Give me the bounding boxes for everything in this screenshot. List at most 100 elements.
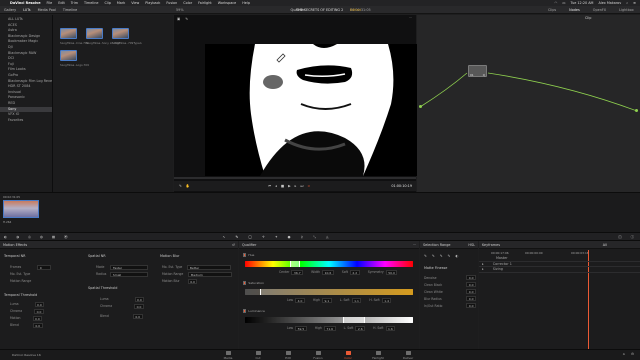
menu-fairlight[interactable]: Fairlight — [198, 1, 212, 5]
denoise-field[interactable]: 0.0 — [466, 275, 476, 280]
tab-gallery[interactable]: Gallery — [4, 8, 16, 12]
skip-start-button[interactable]: ⏮ — [268, 184, 271, 188]
hue-checkbox[interactable] — [243, 253, 247, 257]
home-icon[interactable]: ⌂ — [623, 352, 625, 356]
tab-nodes[interactable]: Nodes — [569, 8, 580, 12]
keyframes-filter[interactable]: All — [603, 243, 607, 247]
menu-playback[interactable]: Playback — [145, 1, 160, 5]
mb-range-select[interactable]: Medium — [188, 272, 233, 277]
hue-width[interactable]: 10.6 — [322, 270, 334, 275]
motion-field[interactable]: 0.0 — [32, 316, 43, 321]
app-menu[interactable]: DaVinci Resolve — [10, 1, 41, 5]
chevron-right-icon[interactable]: ▸ — [482, 262, 484, 266]
zoom-level[interactable]: 59% — [176, 8, 184, 12]
menu-trim[interactable]: Trim — [71, 1, 78, 5]
page-tab-cut[interactable]: Cut — [244, 351, 272, 360]
chroma-field[interactable]: 0.0 — [34, 309, 44, 314]
pick-sub-icon[interactable]: ✎ — [440, 254, 443, 258]
rgb-mixer-icon[interactable]: ▦ — [52, 235, 55, 239]
frames-field[interactable]: 0 — [37, 265, 52, 270]
sat-low[interactable]: 4.0 — [295, 298, 305, 303]
tab-lightbox[interactable]: Lightbox — [619, 8, 634, 12]
page-tab-deliver[interactable]: Deliver — [394, 351, 422, 360]
node-input-icon[interactable] — [419, 105, 422, 108]
step-forward-button[interactable]: ▸ — [295, 184, 297, 188]
stop-button[interactable]: ■ — [281, 184, 284, 188]
menu-clip[interactable]: Clip — [104, 1, 110, 5]
battery-icon[interactable]: ▭ — [562, 1, 565, 5]
mb-type-select[interactable]: Better — [187, 265, 232, 270]
clock[interactable]: Tue 12:20 AM — [571, 1, 594, 5]
lum-hsoft[interactable]: 1.6 — [385, 326, 396, 331]
play-button[interactable]: ▶ — [288, 184, 291, 188]
luminance-bar[interactable] — [245, 317, 413, 323]
motion-effects-icon[interactable]: ⦿ — [64, 234, 67, 239]
in-out-ratio-field[interactable]: 0.0 — [466, 303, 476, 308]
spatial-luma-field[interactable]: 0.0 — [134, 297, 145, 302]
menu-color[interactable]: Color — [183, 1, 192, 5]
hue-sym[interactable]: 50.0 — [385, 270, 398, 275]
step-back-button[interactable]: ◂ — [275, 184, 277, 188]
scopes-icon[interactable]: ◫ — [618, 235, 621, 239]
node-output-icon[interactable] — [635, 109, 638, 112]
sat-range-handle[interactable] — [245, 289, 261, 295]
curves-icon[interactable]: ∿ — [222, 235, 225, 239]
hue-range-handle[interactable] — [290, 261, 300, 267]
hue-soft[interactable]: 2.2 — [349, 270, 360, 275]
qualifier-menu-icon[interactable]: ⋯ — [413, 243, 416, 247]
sat-lsoft[interactable]: 1.1 — [351, 298, 362, 303]
feather-icon[interactable]: ✎ — [448, 254, 451, 258]
tracker-icon[interactable]: ✛ — [262, 235, 265, 239]
sat-checkbox[interactable] — [243, 281, 247, 285]
clean-white-field[interactable]: 0.0 — [466, 289, 476, 294]
node-01[interactable]: 01 Q — [468, 65, 487, 77]
tab-clips[interactable]: Clips — [548, 8, 556, 12]
sat-hsoft[interactable]: 1.4 — [381, 298, 392, 303]
viewer-image[interactable] — [205, 44, 418, 176]
search-icon[interactable]: ⌕ — [626, 1, 628, 5]
hdr-icon[interactable]: ◍ — [40, 235, 43, 239]
spatial-chroma-field[interactable]: 0.0 — [134, 304, 144, 309]
lut-thumb[interactable]: SLog3SGa..Cine.709 — [60, 28, 88, 45]
settings-gear-icon[interactable]: ⚙ — [631, 352, 634, 356]
menu-workspace[interactable]: Workspace — [218, 1, 237, 5]
window-icon[interactable]: ◯ — [248, 235, 252, 239]
control-center-icon[interactable]: ≡ — [633, 1, 636, 5]
lum-lsoft[interactable]: 2.6 — [355, 326, 366, 331]
lum-range-handle[interactable] — [343, 317, 365, 323]
mb-blur-field[interactable]: 0.0 — [187, 279, 198, 284]
qualifier-icon[interactable]: ✎ — [235, 235, 238, 239]
loop-button[interactable]: ∞ — [307, 184, 310, 188]
invert-icon[interactable]: ◐ — [455, 254, 458, 258]
hue-center[interactable]: 36.7 — [291, 270, 304, 275]
page-tab-edit[interactable]: Edit — [274, 351, 302, 360]
menu-edit[interactable]: Edit — [58, 1, 65, 5]
page-tab-color[interactable]: Color — [334, 351, 362, 360]
picker-icon[interactable]: ▣ — [177, 17, 180, 21]
menu-timeline[interactable]: Timeline — [84, 1, 98, 5]
page-tab-fusion[interactable]: Fusion — [304, 351, 332, 360]
menu-mark[interactable]: Mark — [117, 1, 125, 5]
page-tab-fairlight[interactable]: Fairlight — [364, 351, 392, 360]
menu-fusion[interactable]: Fusion — [166, 1, 177, 5]
user-name[interactable]: Alex Makarov — [598, 1, 621, 5]
lut-thumb[interactable]: SLog3SGa..Logo.709 — [60, 50, 89, 67]
hue-bar[interactable] — [245, 261, 413, 267]
tab-openfx[interactable]: OpenFX — [593, 8, 606, 12]
sizing-icon[interactable]: ⤡ — [313, 235, 316, 239]
playhead-bar[interactable] — [174, 177, 416, 179]
kf-row-sizing[interactable]: ▸ Sizing — [479, 267, 640, 273]
tab-timeline[interactable]: Timeline — [63, 8, 77, 12]
3d-icon[interactable]: ◬ — [326, 235, 329, 239]
info-icon[interactable]: ⓘ — [631, 234, 634, 239]
lum-checkbox[interactable] — [243, 309, 247, 313]
hsl-mode[interactable]: HSL — [468, 243, 475, 247]
chevron-right-icon[interactable]: ▸ — [482, 267, 484, 271]
wand-icon[interactable]: ✎ — [185, 17, 188, 21]
spatial-blend-field[interactable]: 0.0 — [132, 314, 143, 319]
clean-black-field[interactable]: 0.0 — [466, 282, 476, 287]
pick-icon[interactable]: ✎ — [424, 254, 427, 258]
primaries-icon[interactable]: ◎ — [28, 235, 31, 239]
reset-icon[interactable]: ↺ — [232, 243, 235, 247]
key-icon[interactable]: ⚷ — [301, 235, 303, 239]
